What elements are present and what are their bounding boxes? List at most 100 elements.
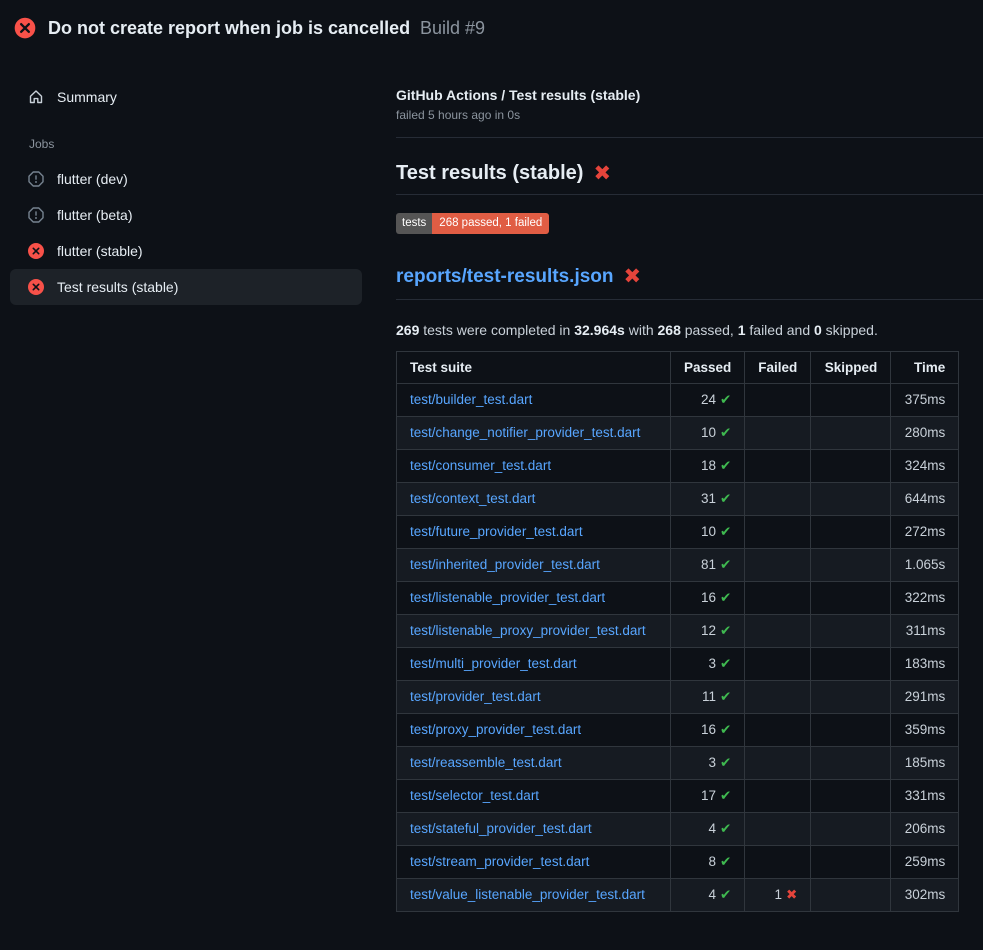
- column-header-suite: Test suite: [397, 351, 671, 383]
- table-row: test/value_listenable_provider_test.dart…: [397, 878, 959, 911]
- sidebar-summary-label: Summary: [57, 89, 117, 105]
- cell-test-suite: test/value_listenable_provider_test.dart: [397, 878, 671, 911]
- cell-skipped: [811, 482, 891, 515]
- cell-time: 1.065s: [891, 548, 959, 581]
- cell-time: 375ms: [891, 383, 959, 416]
- check-icon: ✔: [720, 656, 731, 671]
- test-suite-link[interactable]: test/consumer_test.dart: [410, 458, 551, 473]
- column-header-passed: Passed: [671, 351, 745, 383]
- column-header-failed: Failed: [745, 351, 811, 383]
- cell-skipped: [811, 614, 891, 647]
- cell-failed: [745, 548, 811, 581]
- main-content: GitHub Actions / Test results (stable) f…: [376, 53, 983, 912]
- summary-number: 32.964s: [574, 322, 625, 338]
- sidebar-job-item[interactable]: flutter (beta): [10, 197, 362, 233]
- summary-text: with: [625, 322, 658, 338]
- cell-skipped: [811, 515, 891, 548]
- count-value: 31: [701, 491, 716, 506]
- test-suite-link[interactable]: test/reassemble_test.dart: [410, 755, 562, 770]
- stopped-status-icon: [28, 171, 44, 187]
- sidebar-job-item[interactable]: flutter (stable): [10, 233, 362, 269]
- cell-test-suite: test/reassemble_test.dart: [397, 746, 671, 779]
- cell-time: 272ms: [891, 515, 959, 548]
- sidebar-job-item[interactable]: Test results (stable): [10, 269, 362, 305]
- report-link[interactable]: reports/test-results.json: [396, 266, 614, 288]
- cell-passed: 4✔: [671, 812, 745, 845]
- count-value: 12: [701, 623, 716, 638]
- test-suite-link[interactable]: test/future_provider_test.dart: [410, 524, 583, 539]
- check-icon: ✔: [720, 590, 731, 605]
- cell-skipped: [811, 680, 891, 713]
- sidebar-job-item[interactable]: flutter (dev): [10, 161, 362, 197]
- sidebar-job-label: flutter (dev): [57, 171, 128, 187]
- test-suite-link[interactable]: test/proxy_provider_test.dart: [410, 722, 581, 737]
- summary-text: skipped.: [822, 322, 878, 338]
- failed-status-icon: [28, 243, 44, 259]
- cross-mark-icon: ✖: [624, 266, 642, 287]
- test-suite-link[interactable]: test/listenable_provider_test.dart: [410, 590, 605, 605]
- test-suite-link[interactable]: test/multi_provider_test.dart: [410, 656, 577, 671]
- cell-test-suite: test/multi_provider_test.dart: [397, 647, 671, 680]
- count-value: 1: [774, 887, 782, 902]
- cell-failed: [745, 416, 811, 449]
- section-title-text: Test results (stable): [396, 162, 583, 185]
- table-row: test/listenable_proxy_provider_test.dart…: [397, 614, 959, 647]
- report-title: reports/test-results.json ✖: [396, 266, 983, 300]
- count-value: 17: [701, 788, 716, 803]
- check-icon: ✔: [720, 392, 731, 407]
- sidebar: Summary Jobs flutter (dev) flutter (beta)…: [0, 53, 376, 305]
- cell-passed: 10✔: [671, 515, 745, 548]
- sidebar-job-label: flutter (stable): [57, 243, 143, 259]
- cell-failed: 1✖: [745, 878, 811, 911]
- check-icon: ✔: [720, 887, 731, 902]
- cell-test-suite: test/stream_provider_test.dart: [397, 845, 671, 878]
- cell-time: 359ms: [891, 713, 959, 746]
- check-icon: ✔: [720, 458, 731, 473]
- cell-time: 331ms: [891, 779, 959, 812]
- cell-test-suite: test/builder_test.dart: [397, 383, 671, 416]
- test-suite-link[interactable]: test/value_listenable_provider_test.dart: [410, 887, 645, 902]
- cell-skipped: [811, 713, 891, 746]
- sidebar-item-summary[interactable]: Summary: [10, 79, 362, 115]
- cell-test-suite: test/change_notifier_provider_test.dart: [397, 416, 671, 449]
- cell-passed: 3✔: [671, 746, 745, 779]
- test-suite-link[interactable]: test/stateful_provider_test.dart: [410, 821, 592, 836]
- cell-passed: 31✔: [671, 482, 745, 515]
- check-icon: ✔: [720, 557, 731, 572]
- cell-time: 291ms: [891, 680, 959, 713]
- test-suite-link[interactable]: test/inherited_provider_test.dart: [410, 557, 600, 572]
- test-suite-link[interactable]: test/context_test.dart: [410, 491, 535, 506]
- test-suite-link[interactable]: test/listenable_proxy_provider_test.dart: [410, 623, 646, 638]
- count-value: 3: [708, 755, 716, 770]
- cell-skipped: [811, 548, 891, 581]
- cell-passed: 12 ✔: [671, 614, 745, 647]
- test-suite-link[interactable]: test/stream_provider_test.dart: [410, 854, 589, 869]
- cell-failed: [745, 713, 811, 746]
- divider: [396, 137, 983, 138]
- cell-passed: 16✔: [671, 581, 745, 614]
- summary-number: 268: [658, 322, 681, 338]
- test-suite-link[interactable]: test/provider_test.dart: [410, 689, 541, 704]
- breadcrumb: GitHub Actions / Test results (stable): [396, 87, 983, 103]
- cell-failed: [745, 581, 811, 614]
- test-suite-link[interactable]: test/selector_test.dart: [410, 788, 539, 803]
- cell-skipped: [811, 812, 891, 845]
- cell-time: 322ms: [891, 581, 959, 614]
- test-suite-link[interactable]: test/builder_test.dart: [410, 392, 532, 407]
- check-icon: ✔: [720, 623, 731, 638]
- cell-time: 311ms: [891, 614, 959, 647]
- check-icon: ✔: [720, 788, 731, 803]
- results-table: Test suitePassedFailedSkippedTime test/b…: [396, 351, 959, 912]
- cell-passed: 8✔: [671, 845, 745, 878]
- table-row: test/proxy_provider_test.dart16✔359ms: [397, 713, 959, 746]
- count-value: 8: [708, 854, 716, 869]
- cell-failed: [745, 482, 811, 515]
- jobs-section-label: Jobs: [29, 137, 362, 151]
- test-suite-link[interactable]: test/change_notifier_provider_test.dart: [410, 425, 640, 440]
- cell-skipped: [811, 779, 891, 812]
- cell-test-suite: test/selector_test.dart: [397, 779, 671, 812]
- summary-text: passed,: [681, 322, 738, 338]
- count-value: 4: [708, 887, 716, 902]
- cell-time: 259ms: [891, 845, 959, 878]
- cell-passed: 17 ✔: [671, 779, 745, 812]
